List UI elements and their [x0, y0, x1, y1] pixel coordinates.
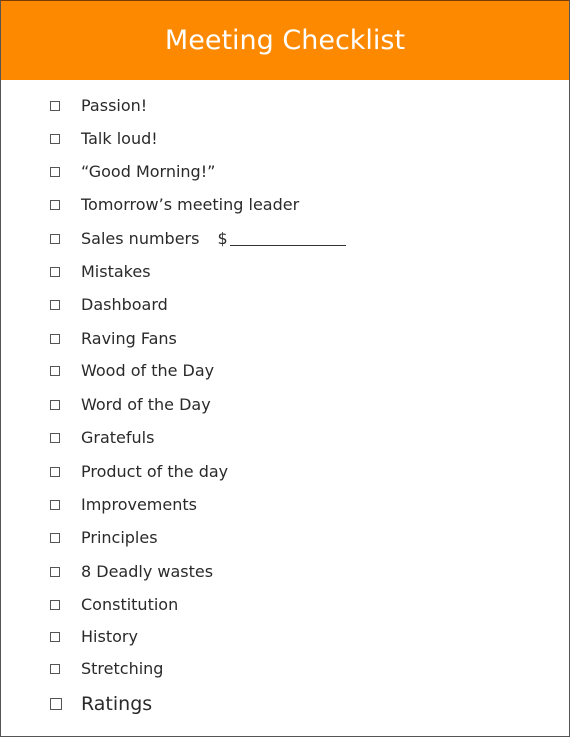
- checklist-item[interactable]: Mistakes: [50, 262, 151, 281]
- checklist-item[interactable]: Dashboard: [50, 295, 168, 314]
- item-label: Wood of the Day: [81, 361, 215, 380]
- checklist-item[interactable]: History: [50, 627, 138, 646]
- checklist-item[interactable]: Constitution: [50, 595, 178, 614]
- item-label: Product of the day: [81, 462, 229, 481]
- item-label: Principles: [81, 528, 158, 547]
- checkbox-icon[interactable]: [50, 299, 60, 310]
- item-label: Word of the Day: [81, 395, 211, 414]
- checklist-item[interactable]: Stretching: [50, 659, 163, 678]
- checklist-item[interactable]: Tomorrow’s meeting leader: [50, 195, 299, 214]
- checkbox-icon[interactable]: [50, 698, 62, 710]
- item-label: Gratefuls: [81, 428, 155, 447]
- checkbox-icon[interactable]: [50, 199, 60, 210]
- item-label: Raving Fans: [81, 329, 177, 348]
- checkbox-icon[interactable]: [50, 399, 60, 410]
- checkbox-icon[interactable]: [50, 365, 60, 376]
- checkbox-icon[interactable]: [50, 532, 60, 543]
- checkbox-icon[interactable]: [50, 631, 60, 642]
- checkbox-icon[interactable]: [50, 233, 60, 244]
- checkbox-icon[interactable]: [50, 663, 60, 674]
- item-label: Stretching: [81, 659, 164, 678]
- checkbox-icon[interactable]: [50, 100, 60, 111]
- checkbox-icon[interactable]: [50, 166, 60, 177]
- page-title: Meeting Checklist: [164, 25, 406, 56]
- item-label: Constitution: [81, 595, 179, 614]
- item-label: Dashboard: [81, 295, 168, 314]
- header-bar: Meeting Checklist: [1, 1, 569, 80]
- item-label: 8 Deadly wastes: [81, 562, 214, 581]
- checklist-item[interactable]: Wood of the Day: [50, 361, 214, 380]
- checklist-item[interactable]: Product of the day: [50, 462, 228, 481]
- checkbox-icon[interactable]: [50, 566, 60, 577]
- checklist-item[interactable]: Word of the Day: [50, 395, 211, 414]
- checklist-item[interactable]: Raving Fans: [50, 329, 177, 348]
- checklist-item[interactable]: Gratefuls: [50, 428, 154, 447]
- item-label: Tomorrow’s meeting leader: [81, 195, 300, 214]
- item-label: “Good Morning!”: [81, 162, 216, 181]
- checklist-page: Meeting Checklist Passion! Talk loud! “G…: [0, 0, 570, 737]
- checkbox-icon[interactable]: [50, 499, 60, 510]
- checklist-item[interactable]: Talk loud!: [50, 129, 158, 148]
- checklist-item[interactable]: Sales numbers $: [50, 229, 346, 248]
- item-label: Passion!: [81, 96, 148, 115]
- item-label: Sales numbers: [81, 229, 200, 248]
- checklist-item[interactable]: Passion!: [50, 96, 147, 115]
- checkbox-icon[interactable]: [50, 599, 60, 610]
- checkbox-icon[interactable]: [50, 266, 60, 277]
- checkbox-icon[interactable]: [50, 432, 60, 443]
- item-label: Mistakes: [81, 262, 151, 281]
- item-label: Improvements: [81, 495, 197, 514]
- dollar-sign: $: [217, 229, 228, 248]
- item-label: History: [81, 627, 138, 646]
- sales-amount-blank[interactable]: [229, 231, 346, 246]
- checklist-item[interactable]: “Good Morning!”: [50, 162, 215, 181]
- checklist-item[interactable]: Improvements: [50, 495, 197, 514]
- checklist-item[interactable]: Ratings: [50, 693, 152, 715]
- checkbox-icon[interactable]: [50, 333, 60, 344]
- item-label: Talk loud!: [81, 129, 158, 148]
- checklist-item[interactable]: Principles: [50, 528, 158, 547]
- item-label: Ratings: [81, 693, 153, 715]
- checkbox-icon[interactable]: [50, 133, 60, 144]
- checkbox-icon[interactable]: [50, 466, 60, 477]
- checklist-item[interactable]: 8 Deadly wastes: [50, 562, 213, 581]
